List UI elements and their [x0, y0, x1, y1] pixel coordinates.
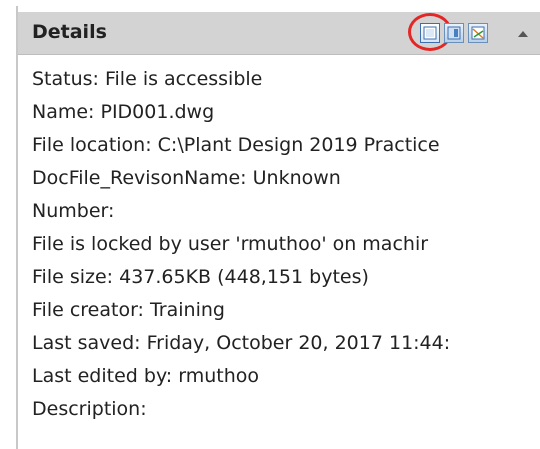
list-view-button[interactable]: [420, 23, 440, 43]
detail-file-size: File size: 437.65KB (448,151 bytes): [32, 266, 369, 288]
detail-number: Number:: [32, 200, 115, 222]
collapse-arrow-icon[interactable]: [516, 29, 530, 41]
detail-last-edited-by: Last edited by: rmuthoo: [32, 365, 260, 387]
details-content: Status: File is accessible Name: PID001.…: [32, 62, 540, 425]
detail-name: Name: PID001.dwg: [32, 101, 215, 123]
details-panel: Details Status: File is accessible Name:…: [16, 6, 540, 449]
detail-description: Description:: [32, 398, 147, 420]
details-title: Details: [32, 21, 107, 43]
preview-view-button[interactable]: [444, 23, 464, 43]
detail-file-creator: File creator: Training: [32, 299, 225, 321]
preview-view-icon: [447, 26, 461, 40]
details-view-icon: [471, 26, 485, 40]
detail-last-saved: Last saved: Friday, October 20, 2017 11:…: [32, 332, 451, 354]
list-view-icon: [423, 26, 437, 40]
detail-status: Status: File is accessible: [32, 68, 263, 90]
detail-revision-name: DocFile_RevisonName: Unknown: [32, 167, 341, 189]
detail-lock-status: File is locked by user 'rmuthoo' on mach…: [32, 233, 429, 255]
details-view-button[interactable]: [468, 23, 488, 43]
details-header: Details: [18, 12, 540, 55]
detail-file-location: File location: C:\Plant Design 2019 Prac…: [32, 134, 440, 156]
